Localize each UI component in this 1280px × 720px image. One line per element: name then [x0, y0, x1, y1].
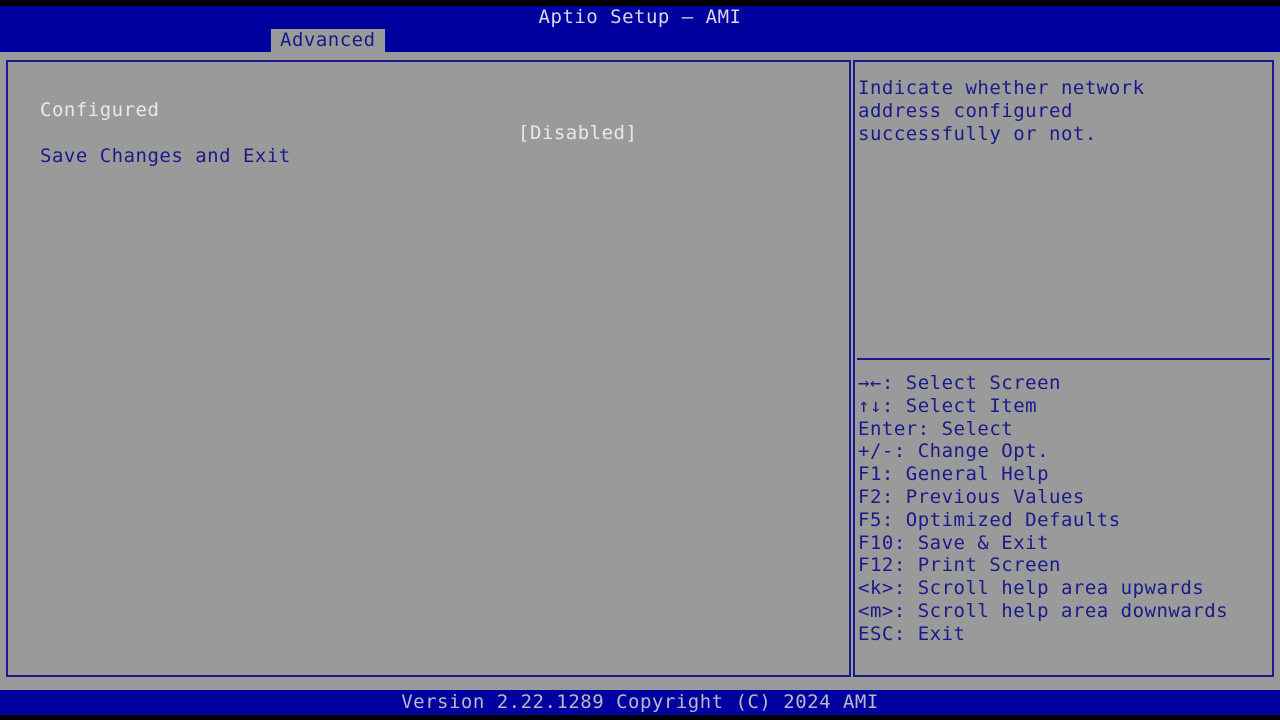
settings-panel: Configured [Disabled] Save Changes and E…: [6, 60, 851, 677]
legend-item-previous-values: F2: Previous Values: [858, 485, 1085, 508]
help-line: successfully or not.: [858, 123, 1097, 145]
legend-item-select-item: ↑↓: Select Item: [858, 394, 1038, 417]
help-description: Indicate whether network address configu…: [858, 77, 1270, 146]
legend-item-select-screen: →←: Select Screen: [858, 372, 1061, 394]
setting-label-configured: Configured: [40, 99, 160, 121]
bottom-black-strip: [0, 715, 1280, 720]
page-title: Aptio Setup – AMI: [538, 6, 742, 28]
help-divider: [857, 358, 1270, 360]
setting-label-save-changes-and-exit: Save Changes and Exit: [40, 145, 291, 167]
legend-item-scroll-help-downwards: <m>: Scroll help area downwards: [858, 599, 1229, 622]
setting-row-save-changes-and-exit[interactable]: Save Changes and Exit: [8, 122, 849, 167]
legend-item-optimized-defaults: F5: Optimized Defaults: [858, 508, 1121, 531]
help-panel: Indicate whether network address configu…: [853, 60, 1274, 677]
bios-setup-screen: Aptio Setup – AMI Advanced Configured [D…: [0, 0, 1280, 720]
key-legend: →←: Select Screen ↑↓: Select Item Enter:…: [858, 372, 1270, 646]
legend-item-print-screen: F12: Print Screen: [858, 554, 1061, 577]
legend-item-change-opt: +/-: Change Opt.: [858, 440, 1050, 463]
help-line: address configured: [858, 100, 1073, 122]
legend-item-save-and-exit: F10: Save & Exit: [858, 531, 1050, 554]
tab-advanced[interactable]: Advanced: [271, 29, 385, 52]
legend-item-scroll-help-upwards: <k>: Scroll help area upwards: [858, 577, 1205, 600]
legend-item-enter-select: Enter: Select: [858, 417, 1014, 440]
tab-strip: Advanced: [0, 29, 1280, 52]
legend-item-general-help: F1: General Help: [858, 463, 1050, 486]
setting-row-configured[interactable]: Configured [Disabled]: [8, 76, 849, 144]
help-line: Indicate whether network: [858, 77, 1145, 99]
legend-item-esc-exit: ESC: Exit: [858, 622, 966, 645]
footer-version-text: Version 2.22.1289 Copyright (C) 2024 AMI: [401, 691, 879, 713]
